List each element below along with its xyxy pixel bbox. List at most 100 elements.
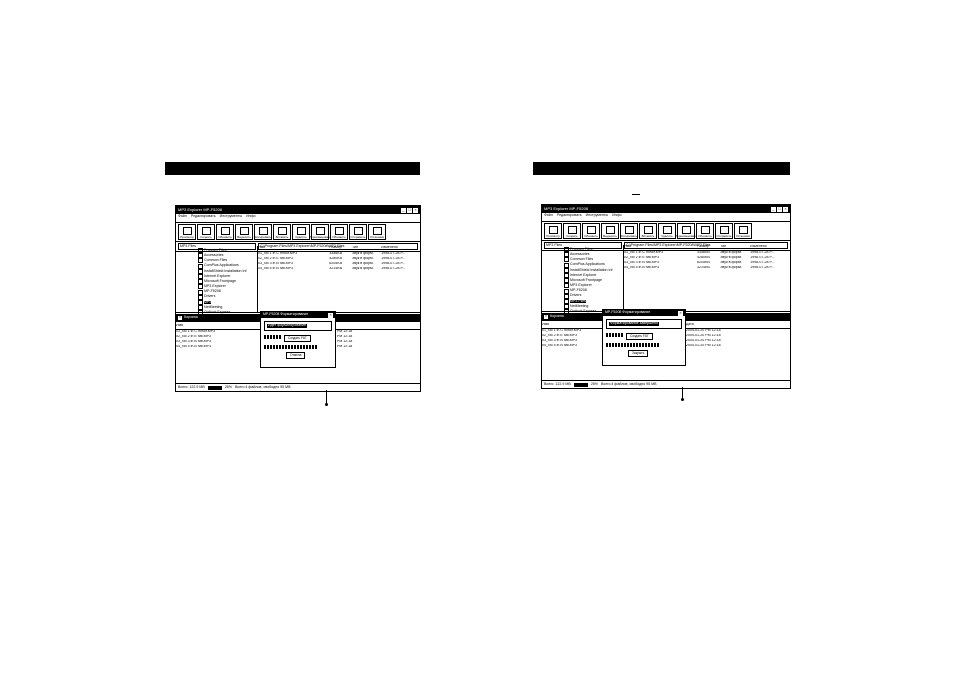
window-title: MP3 Explorer MP-F5208: [178, 207, 223, 212]
dialog-body: Форматирование завершено Создать FAT Закры…: [603, 316, 685, 360]
column-header[interactable]: Размер: [329, 246, 352, 251]
toolbar-button[interactable]: Отправить: [349, 224, 367, 240]
progress-segment: [645, 343, 647, 347]
file-list[interactable]: Имя Размер Тип Изменено 01_No 1 in C minor.M…: [258, 246, 420, 312]
maximize-button[interactable]: □: [407, 207, 412, 213]
progress-bar: [264, 335, 281, 339]
lower-pane-title: Корзина: [550, 314, 564, 319]
menu-item[interactable]: Редактировать: [191, 214, 216, 221]
toolbar-button[interactable]: Копировать: [620, 223, 638, 239]
progress-segment: [651, 343, 653, 347]
progress-segment: [282, 345, 284, 349]
progress-segment: [633, 343, 635, 347]
toolbar-button[interactable]: Установки: [734, 223, 752, 239]
close-button[interactable]: ×: [783, 206, 788, 212]
close-icon[interactable]: ×: [544, 315, 549, 319]
toolbar-button-label: Обновить: [218, 235, 232, 239]
dialog-close-action-button[interactable]: Закрыть: [628, 350, 649, 357]
toolbar-button-label: Создать: [200, 235, 212, 239]
column-header[interactable]: Размер: [697, 245, 720, 250]
create-fat-button[interactable]: Создать FAT: [626, 333, 653, 340]
menu-item[interactable]: Инструменты: [220, 214, 242, 221]
toolbar-button[interactable]: Выделить: [601, 223, 619, 239]
progress-segment: [285, 345, 287, 349]
toolbar-button[interactable]: Создать: [563, 223, 581, 239]
toolbar-button[interactable]: Удалить: [292, 224, 310, 240]
folder-tree[interactable]: Program Files Accessories Common Files ComP…: [542, 245, 624, 315]
toolbar-button-label: Отправить: [350, 235, 366, 239]
menu-item[interactable]: Файл: [544, 213, 553, 220]
toolbar-button[interactable]: Выделить: [235, 224, 253, 240]
column-header[interactable]: Имя: [624, 245, 697, 250]
column-header[interactable]: Дата: [686, 323, 746, 328]
minimize-button[interactable]: _: [401, 207, 406, 213]
toolbar-button[interactable]: Переименовать: [309, 224, 331, 240]
toolbar-icon: [548, 226, 558, 234]
toolbar-icon: [567, 226, 577, 234]
app-window[interactable]: MP3 Explorer MP-F5208 _ □ × Файл Редактироват…: [175, 205, 421, 392]
progress-segment: [270, 345, 272, 349]
file-list[interactable]: Имя Размер Тип Изменено 01_No 1 in C minor.M…: [624, 245, 790, 311]
toolbar-button[interactable]: Переименовать: [675, 223, 697, 239]
toolbar-icon: [334, 227, 344, 235]
progress-segment: [264, 335, 266, 339]
toolbar-button[interactable]: Установки: [368, 224, 386, 240]
file-size: 3214KB: [329, 267, 343, 270]
progress-segment: [306, 345, 308, 349]
column-header[interactable]: Имя: [258, 246, 329, 251]
tree-item-label: ComPlus Applications: [204, 263, 239, 268]
column-header[interactable]: Тип: [352, 246, 381, 251]
app-window[interactable]: MP3 Explorer MP-F5208 _ □ × Файл Редактироват…: [541, 204, 791, 389]
menu-item[interactable]: Файл: [178, 214, 187, 221]
toolbar-button[interactable]: Обновить: [582, 223, 600, 239]
file-row[interactable]: 04_No 4 in B flat.MP3 3214KB Звук в форм. 1…: [624, 266, 790, 271]
dialog-message-box: Идет форматирование: [264, 321, 332, 331]
explorer-pane: Program Files Accessories Common Files ComP…: [176, 246, 420, 368]
toolbar-button[interactable]: Обновить: [696, 223, 714, 239]
file-date: 1998-07-28 P...: [381, 267, 406, 270]
status-total: Всего: 122.9 MB: [544, 381, 571, 386]
column-header[interactable]: Тип: [720, 245, 750, 250]
dialog-close-button[interactable]: ×: [678, 310, 683, 316]
maximize-button[interactable]: □: [777, 206, 782, 212]
tree-item-label: NetMeeting: [570, 303, 589, 308]
toolbar: Просмотр Создать Обновить Выделить Копироват…: [176, 223, 420, 242]
dialog-close-button[interactable]: ×: [328, 312, 333, 318]
progress-segment: [273, 335, 275, 339]
menu-item[interactable]: Редактировать: [557, 213, 582, 220]
column-header[interactable]: Изменено: [750, 245, 790, 250]
toolbar-button[interactable]: Создать: [197, 224, 215, 240]
toolbar-button[interactable]: Обновить: [330, 224, 348, 240]
toolbar-icon: [605, 226, 615, 234]
toolbar-button[interactable]: Просмотр: [544, 223, 562, 239]
toolbar-button[interactable]: Отправить: [715, 223, 733, 239]
toolbar-button[interactable]: Просмотр: [178, 224, 196, 240]
toolbar-button[interactable]: Обновить: [216, 224, 234, 240]
create-fat-button[interactable]: Создать FAT: [284, 335, 311, 342]
close-icon[interactable]: ×: [178, 316, 183, 320]
tree-item-label: Accessories: [570, 251, 590, 256]
file-date: 1998-07-28 P...: [750, 266, 775, 269]
toolbar-button-label: Просмотр: [546, 234, 560, 238]
toolbar-button-label: Отправить: [716, 234, 732, 238]
toolbar-button[interactable]: Копировать: [254, 224, 272, 240]
close-button[interactable]: ×: [413, 207, 418, 213]
toolbar-button[interactable]: Вставить: [639, 223, 657, 239]
progress-segment: [606, 343, 608, 347]
column-header[interactable]: Изменено: [381, 246, 420, 251]
file-size: 3214KB: [697, 266, 710, 269]
toolbar-button[interactable]: Вставить: [273, 224, 291, 240]
folder-tree[interactable]: Program Files Accessories Common Files ComP…: [176, 246, 258, 316]
menu-item[interactable]: Инструменты: [586, 213, 608, 220]
progress-bar: [606, 343, 682, 347]
menu-item[interactable]: Инфо: [246, 214, 256, 221]
file-row[interactable]: 04_No 4 in B flat.MP3 3214KB Звук в форм. 1…: [258, 267, 420, 272]
progress-segment: [288, 345, 290, 349]
toolbar-icon: [372, 227, 382, 235]
menu-item[interactable]: Инфо: [612, 213, 622, 220]
minimize-button[interactable]: _: [771, 206, 776, 212]
window-controls: _ □ ×: [771, 206, 788, 212]
dialog-close-action-button[interactable]: Отмена: [286, 352, 306, 359]
callout-dot: [681, 398, 684, 401]
toolbar-button[interactable]: Удалить: [658, 223, 676, 239]
